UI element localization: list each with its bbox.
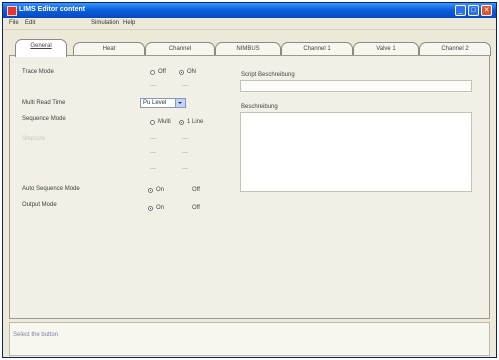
separator-dash bbox=[150, 85, 156, 86]
script-description-label: Script Beschreibung bbox=[241, 72, 295, 78]
minimize-button[interactable]: _ bbox=[455, 5, 466, 16]
chevron-down-icon[interactable] bbox=[175, 99, 185, 107]
output-mode-off-label: Off bbox=[192, 205, 200, 211]
menu-help[interactable]: Help bbox=[123, 20, 135, 26]
status-text: Select the button bbox=[13, 332, 59, 338]
auto-sequence-on-radio[interactable] bbox=[148, 188, 153, 193]
separator-dash bbox=[182, 152, 188, 153]
separator-dash bbox=[150, 168, 156, 169]
tab-channel-2[interactable]: Channel 2 bbox=[419, 42, 491, 56]
auto-sequence-off-label: Off bbox=[192, 187, 200, 193]
sequence-mode-1line-label: 1 Line bbox=[187, 119, 204, 125]
output-mode-on-label: On bbox=[156, 205, 165, 211]
separator-dash bbox=[182, 85, 188, 86]
tab-valve-1[interactable]: Valve 1 bbox=[353, 42, 419, 56]
sequence-mode-label: Sequence Mode bbox=[22, 116, 66, 122]
multi-read-time-select[interactable]: Pu Level bbox=[140, 98, 186, 108]
maximize-button[interactable]: □ bbox=[468, 5, 479, 16]
trace-mode-off-radio[interactable] bbox=[150, 70, 155, 75]
trace-mode-off-label: Off bbox=[158, 69, 166, 75]
multi-read-time-label: Multi Read Time bbox=[22, 100, 66, 106]
separator-dash bbox=[150, 138, 156, 139]
sequence-mode-1line-radio[interactable] bbox=[179, 120, 184, 125]
menu-file[interactable]: File bbox=[9, 20, 19, 26]
disabled-setting-label: Stepsize bbox=[22, 136, 46, 142]
trace-mode-on-label: ON bbox=[187, 69, 196, 75]
separator-dash bbox=[182, 138, 188, 139]
output-mode-label: Output Mode bbox=[22, 202, 57, 208]
auto-sequence-on-label: On bbox=[156, 187, 165, 193]
trace-mode-label: Trace Mode bbox=[22, 69, 54, 75]
auto-sequence-mode-label: Auto Sequence Mode bbox=[22, 186, 80, 192]
sequence-mode-multi-label: Multi bbox=[158, 119, 171, 125]
app-icon bbox=[7, 6, 17, 16]
tab-nimbus[interactable]: NIMBUS bbox=[215, 42, 281, 56]
tab-channel-1[interactable]: Channel 1 bbox=[281, 42, 353, 56]
description-label: Beschreibung bbox=[241, 104, 278, 110]
multi-read-time-value: Pu Level bbox=[143, 100, 167, 106]
title-bar[interactable]: LIMS Editor content _ □ ✕ bbox=[3, 3, 496, 18]
separator-dash bbox=[150, 152, 156, 153]
menu-simulation[interactable]: Simulation bbox=[91, 20, 119, 26]
tab-heat[interactable]: Heat bbox=[73, 42, 145, 56]
separator-dash bbox=[182, 168, 188, 169]
close-button[interactable]: ✕ bbox=[481, 5, 492, 16]
menu-bar: File Edit Simulation Help bbox=[3, 18, 496, 30]
tab-general[interactable]: General bbox=[15, 39, 67, 57]
script-description-input[interactable] bbox=[240, 80, 472, 92]
tab-channel[interactable]: Channel bbox=[145, 42, 215, 56]
sequence-mode-multi-radio[interactable] bbox=[150, 120, 155, 125]
menu-edit[interactable]: Edit bbox=[25, 20, 35, 26]
window-title: LIMS Editor content bbox=[19, 6, 86, 13]
output-mode-on-radio[interactable] bbox=[148, 206, 153, 211]
description-textarea[interactable] bbox=[240, 112, 472, 192]
trace-mode-on-radio[interactable] bbox=[179, 70, 184, 75]
status-area: Select the button bbox=[9, 322, 490, 356]
